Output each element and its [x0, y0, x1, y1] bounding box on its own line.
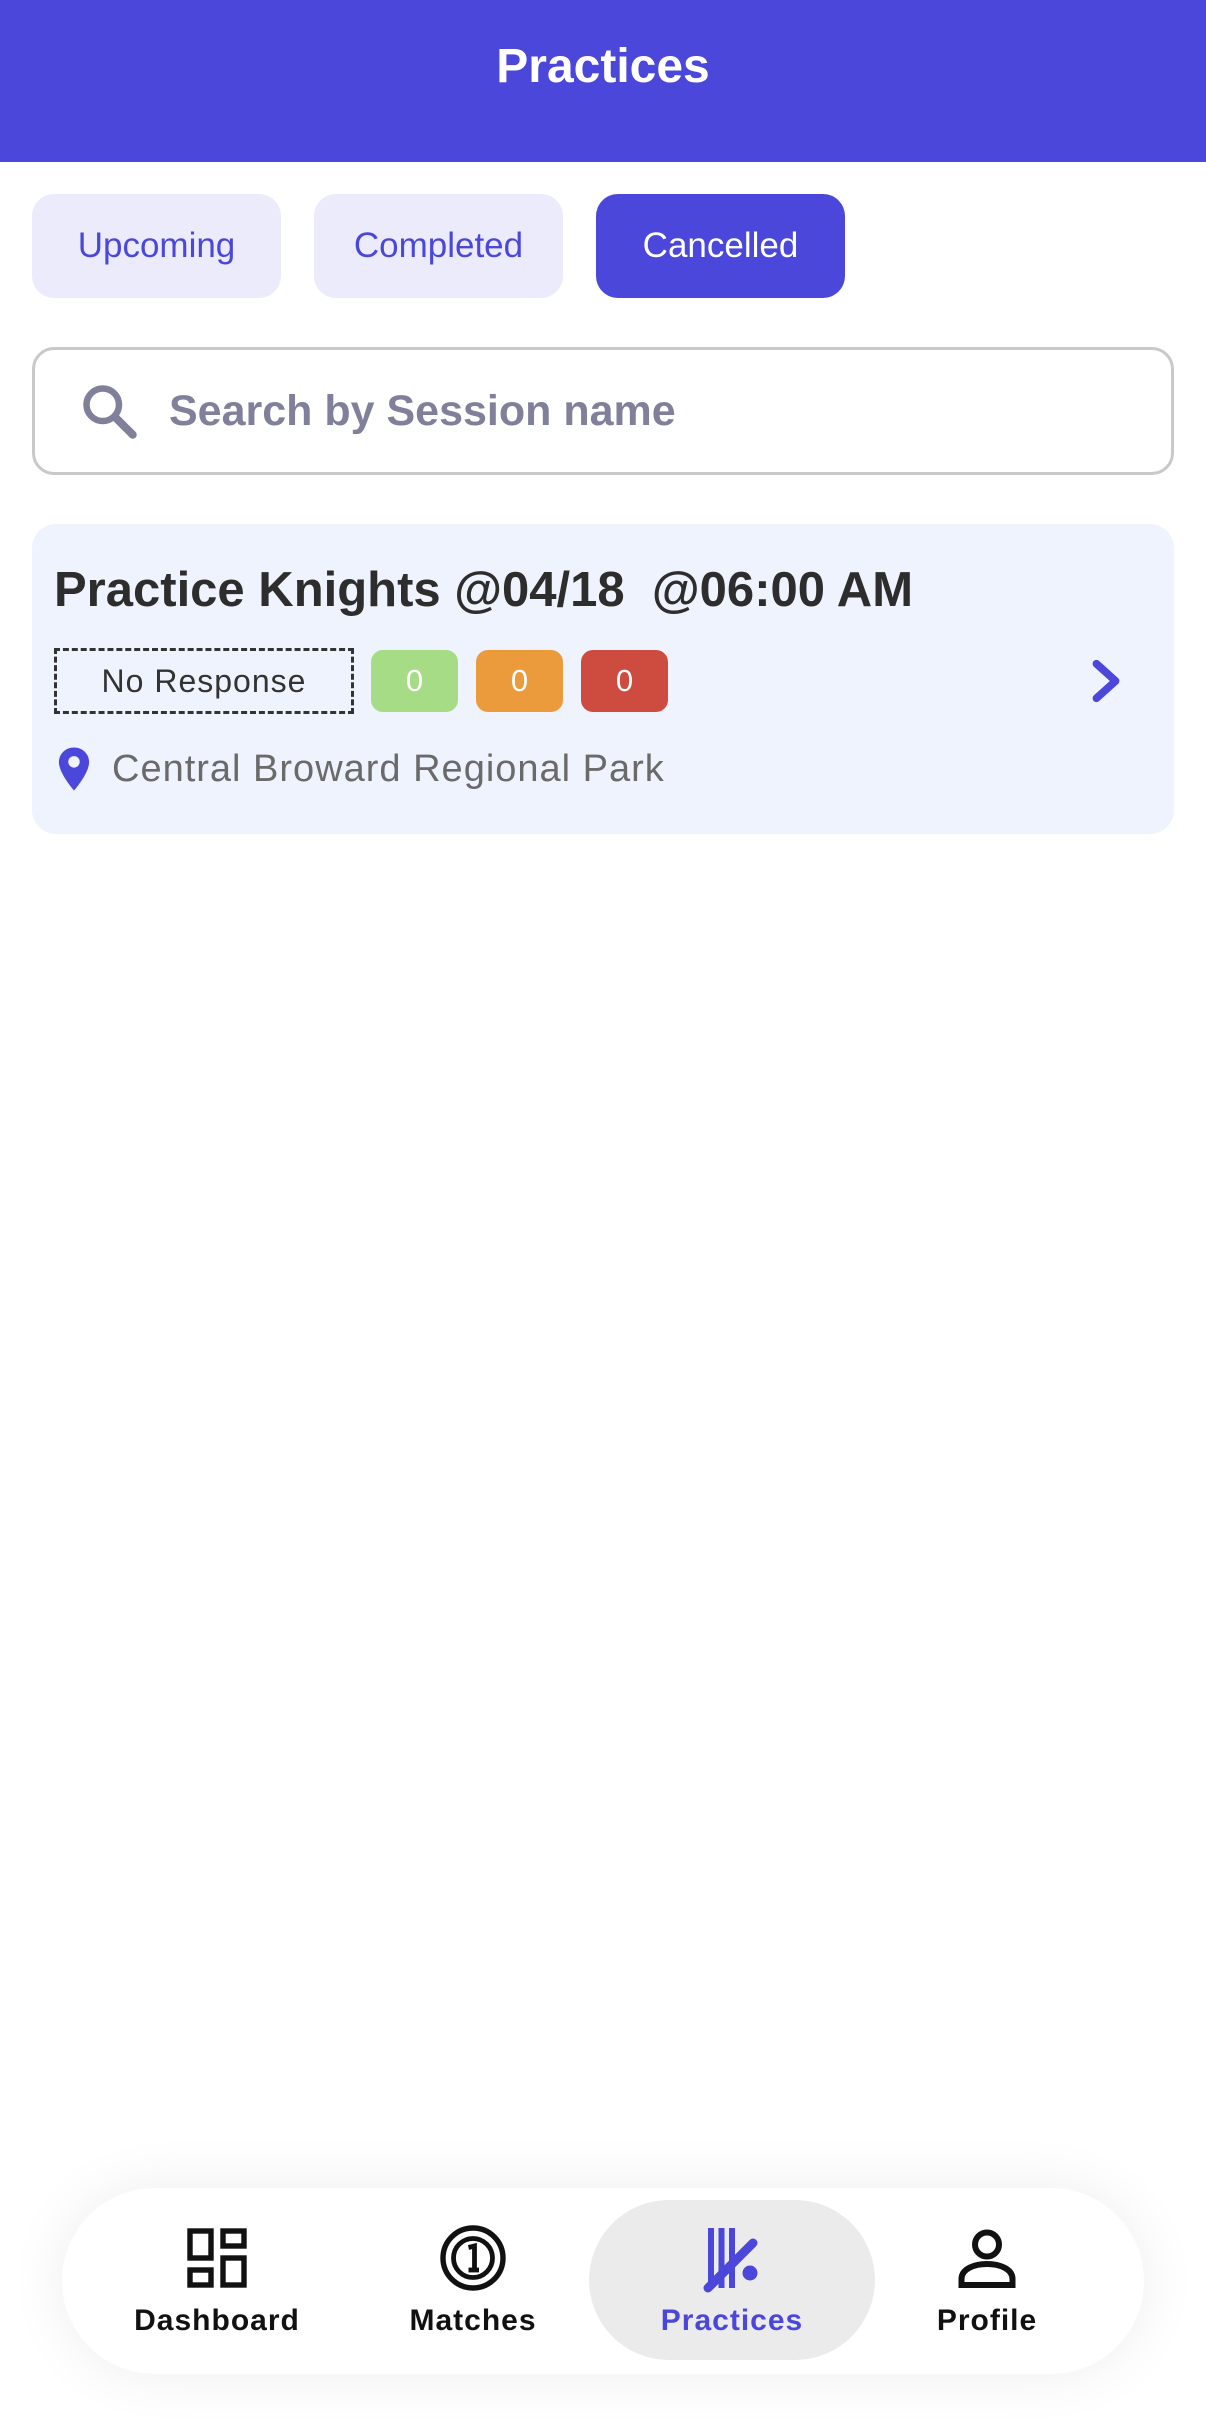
- accepted-count-badge: 0: [371, 650, 458, 712]
- bottom-navigation: Dashboard Matches Practices Profile: [62, 2188, 1144, 2374]
- nav-label-matches: Matches: [409, 2304, 537, 2337]
- app-header: Practices: [0, 0, 1206, 162]
- dashboard-icon: [187, 2228, 247, 2288]
- no-response-badge: No Response: [54, 648, 354, 714]
- session-location: Central Broward Regional Park: [56, 746, 665, 792]
- search-box[interactable]: [32, 347, 1174, 475]
- nav-profile[interactable]: Profile: [844, 2200, 1130, 2360]
- session-badges: No Response 0 0 0: [54, 648, 686, 714]
- search-input[interactable]: [169, 371, 1129, 451]
- tab-cancelled[interactable]: Cancelled: [596, 194, 845, 298]
- location-text: Central Broward Regional Park: [112, 747, 665, 790]
- session-title: Practice Knights @04/18 @06:00 AM: [54, 563, 914, 617]
- tab-completed[interactable]: Completed: [314, 194, 563, 298]
- nav-dashboard[interactable]: Dashboard: [74, 2200, 360, 2360]
- page-title: Practices: [496, 39, 710, 93]
- nav-label-dashboard: Dashboard: [134, 2304, 300, 2337]
- nav-label-profile: Profile: [936, 2304, 1038, 2337]
- session-card[interactable]: Practice Knights @04/18 @06:00 AM No Res…: [32, 524, 1174, 834]
- tab-upcoming[interactable]: Upcoming: [32, 194, 281, 298]
- matches-icon: [440, 2225, 506, 2291]
- filter-tabs: Upcoming Completed Cancelled: [32, 194, 878, 298]
- profile-icon: [958, 2229, 1016, 2288]
- nav-matches[interactable]: Matches: [330, 2200, 616, 2360]
- chevron-right-icon[interactable]: [1086, 658, 1126, 704]
- maybe-count-badge: 0: [476, 650, 563, 712]
- practices-icon: [703, 2228, 758, 2293]
- search-icon: [83, 385, 137, 439]
- nav-label-practices: Practices: [660, 2304, 804, 2337]
- declined-count-badge: 0: [581, 650, 668, 712]
- practices-screen: Practices Upcoming Completed Cancelled P…: [0, 0, 1206, 2436]
- location-pin-icon: [58, 747, 90, 791]
- nav-practices[interactable]: Practices: [589, 2200, 875, 2360]
